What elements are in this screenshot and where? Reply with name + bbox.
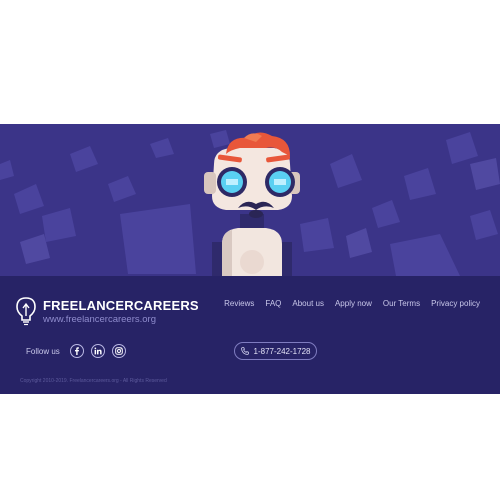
nav-link-about-us[interactable]: About us [292,299,324,308]
phone-icon [240,347,249,355]
copyright-text: Copyright 2010-2019. Freelancercareers.o… [20,378,167,384]
brand-name: FREELANCERCAREERS [43,298,199,313]
linkedin-icon[interactable] [90,344,105,358]
facebook-icon[interactable] [69,344,84,358]
nav-link-reviews[interactable]: Reviews [224,299,254,308]
nav-link-our-terms[interactable]: Our Terms [383,299,420,308]
nav-link-privacy-policy[interactable]: Privacy policy [431,299,480,308]
robot-mascot [204,132,300,276]
social-links: Follow us [26,344,133,358]
page-top-whitespace [0,0,500,124]
footer-nav: Reviews FAQ About us Apply now Our Terms… [224,299,480,308]
follow-us-label: Follow us [26,346,60,356]
lightbulb-logo-icon [16,297,36,326]
footer: FREELANCERCAREERS www.freelancercareers.… [0,276,500,394]
nav-link-apply-now[interactable]: Apply now [335,299,372,308]
nav-link-faq[interactable]: FAQ [265,299,281,308]
brand-url[interactable]: www.freelancercareers.org [43,315,199,325]
hero-banner [0,124,500,276]
page-bottom-whitespace [0,394,500,500]
instagram-icon[interactable] [111,344,126,358]
brand-logo[interactable]: FREELANCERCAREERS www.freelancercareers.… [15,296,199,326]
phone-button[interactable]: 1-877-242-1728 [234,342,317,360]
hero-illustration [0,130,500,276]
phone-number: 1-877-242-1728 [253,346,311,356]
